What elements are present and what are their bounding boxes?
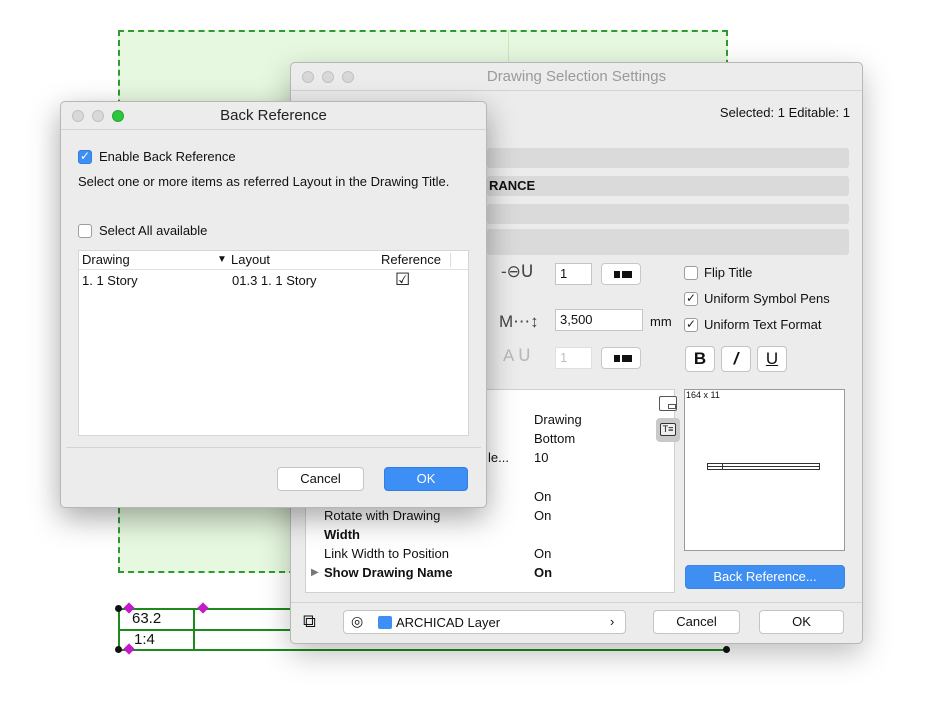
preview-frame-icon[interactable] — [659, 396, 677, 411]
ok-button[interactable]: OK — [759, 610, 844, 634]
select-all-label: Select All available — [99, 223, 208, 238]
eye-icon[interactable]: ◎ — [351, 613, 363, 630]
layer-dropdown[interactable]: ◎ ARCHICAD Layer › — [343, 610, 626, 634]
zoom-button[interactable] — [112, 110, 124, 122]
hotspot-node[interactable] — [723, 646, 730, 653]
sort-descending-icon: ▼ — [217, 254, 227, 265]
settings-bar-label: RANCE — [489, 178, 536, 193]
uniform-symbol-pens-label: Uniform Symbol Pens — [704, 291, 830, 306]
column-header-layout[interactable]: Layout — [231, 252, 270, 267]
property-value: On — [534, 565, 553, 580]
property-key: Show Drawing Name — [324, 565, 453, 580]
dialog-description: Select one or more items as referred Lay… — [78, 174, 450, 189]
layer-icon — [378, 616, 392, 629]
minimize-button[interactable] — [92, 110, 104, 122]
drawing-title-value: 63.2 — [132, 610, 162, 627]
flip-title-checkbox[interactable] — [684, 266, 698, 280]
close-button[interactable] — [302, 71, 314, 83]
row-reference-checkbox[interactable]: ☑ — [395, 270, 410, 290]
pen-color-button[interactable] — [601, 263, 641, 285]
row-drawing-cell[interactable]: 1. 1 Story — [82, 273, 138, 288]
bold-button[interactable]: B — [685, 346, 715, 372]
text-frame-icon: T≡ — [660, 423, 676, 436]
row-layout-cell[interactable]: 01.3 1. 1 Story — [232, 273, 317, 288]
text-pen-icon: A ᑌ — [503, 346, 531, 365]
settings-bar[interactable] — [487, 148, 849, 168]
dialog-separator — [66, 447, 481, 448]
title-preview: 164 x 11 — [684, 389, 845, 551]
text-pen-field[interactable]: 1 — [555, 347, 592, 369]
italic-button[interactable]: / — [721, 346, 751, 372]
layer-name: ARCHICAD Layer — [396, 615, 501, 630]
property-key: Link Width to Position — [324, 546, 450, 561]
property-key: le... — [488, 450, 509, 465]
layer-stack-icon[interactable]: ⧉ — [303, 611, 316, 632]
reference-table[interactable]: Drawing ▼ Layout Reference 1. 1 Story 01… — [78, 250, 469, 436]
preview-title-line — [708, 466, 819, 467]
window-titlebar: Drawing Selection Settings — [291, 63, 862, 91]
title-line-divider — [193, 608, 195, 651]
property-value: 10 — [534, 450, 549, 465]
uniform-text-format-label: Uniform Text Format — [704, 317, 822, 332]
expand-triangle-icon[interactable]: ▶ — [311, 567, 319, 578]
uniform-symbol-pens-checkbox[interactable] — [684, 291, 698, 306]
frame-inset-icon — [668, 404, 676, 409]
marker-pen-icon: -⊖ᑌ — [501, 262, 534, 281]
preview-size-label: 164 x 11 — [686, 390, 720, 400]
zoom-button[interactable] — [342, 71, 354, 83]
selection-info: Selected: 1 Editable: 1 — [719, 105, 850, 120]
property-value: On — [534, 508, 552, 523]
edit-node[interactable] — [197, 602, 209, 614]
close-button[interactable] — [72, 110, 84, 122]
table-header: Drawing ▼ Layout Reference — [79, 251, 468, 270]
drawing-scale-value: 1:4 — [134, 631, 155, 648]
property-value: Drawing — [534, 412, 582, 427]
dialog-title: Back Reference — [220, 107, 327, 124]
property-key: Rotate with Drawing — [324, 508, 441, 523]
size-unit-label: mm — [650, 314, 672, 329]
preview-text-mode-button[interactable]: T≡ — [656, 418, 680, 442]
column-divider — [450, 253, 451, 267]
property-value: On — [534, 489, 552, 504]
column-header-reference[interactable]: Reference — [381, 252, 441, 267]
text-pen-color-button[interactable] — [601, 347, 641, 369]
marker-size-icon: M⋯↕ — [499, 312, 539, 331]
underline-button[interactable]: U — [757, 346, 787, 372]
title-line-bottom — [118, 649, 726, 651]
preview-title-divider — [722, 464, 723, 469]
enable-back-reference-label: Enable Back Reference — [99, 149, 236, 164]
marker-size-field[interactable]: 3,500 — [555, 309, 643, 331]
dialog-ok-button[interactable]: OK — [384, 467, 468, 491]
uniform-text-format-checkbox[interactable] — [684, 317, 698, 332]
property-key: Width — [324, 527, 360, 542]
back-reference-button[interactable]: Back Reference... — [685, 565, 845, 589]
flip-title-label: Flip Title — [704, 265, 753, 280]
column-header-drawing[interactable]: Drawing — [82, 252, 130, 267]
minimize-button[interactable] — [322, 71, 334, 83]
dialog-cancel-button[interactable]: Cancel — [277, 467, 364, 491]
settings-bar-appearance[interactable]: RANCE — [487, 176, 849, 196]
settings-bar[interactable] — [487, 204, 849, 224]
edit-node[interactable] — [123, 643, 135, 655]
property-value: On — [534, 546, 552, 561]
property-value: Bottom — [534, 431, 576, 446]
chevron-right-icon: › — [610, 614, 615, 629]
select-all-checkbox[interactable] — [78, 224, 92, 238]
settings-bar[interactable] — [487, 229, 849, 255]
back-reference-dialog: Back Reference Enable Back Reference Sel… — [60, 101, 487, 508]
dialog-titlebar: Back Reference — [61, 102, 486, 130]
cancel-button[interactable]: Cancel — [653, 610, 740, 634]
footer-separator — [291, 602, 862, 603]
hotspot-node[interactable] — [115, 646, 122, 653]
marker-pen-field[interactable]: 1 — [555, 263, 592, 285]
window-title: Drawing Selection Settings — [486, 68, 667, 85]
title-line-left — [118, 608, 120, 651]
enable-back-reference-checkbox[interactable] — [78, 149, 92, 164]
preview-title-shape — [707, 463, 820, 470]
hotspot-node[interactable] — [115, 605, 122, 612]
